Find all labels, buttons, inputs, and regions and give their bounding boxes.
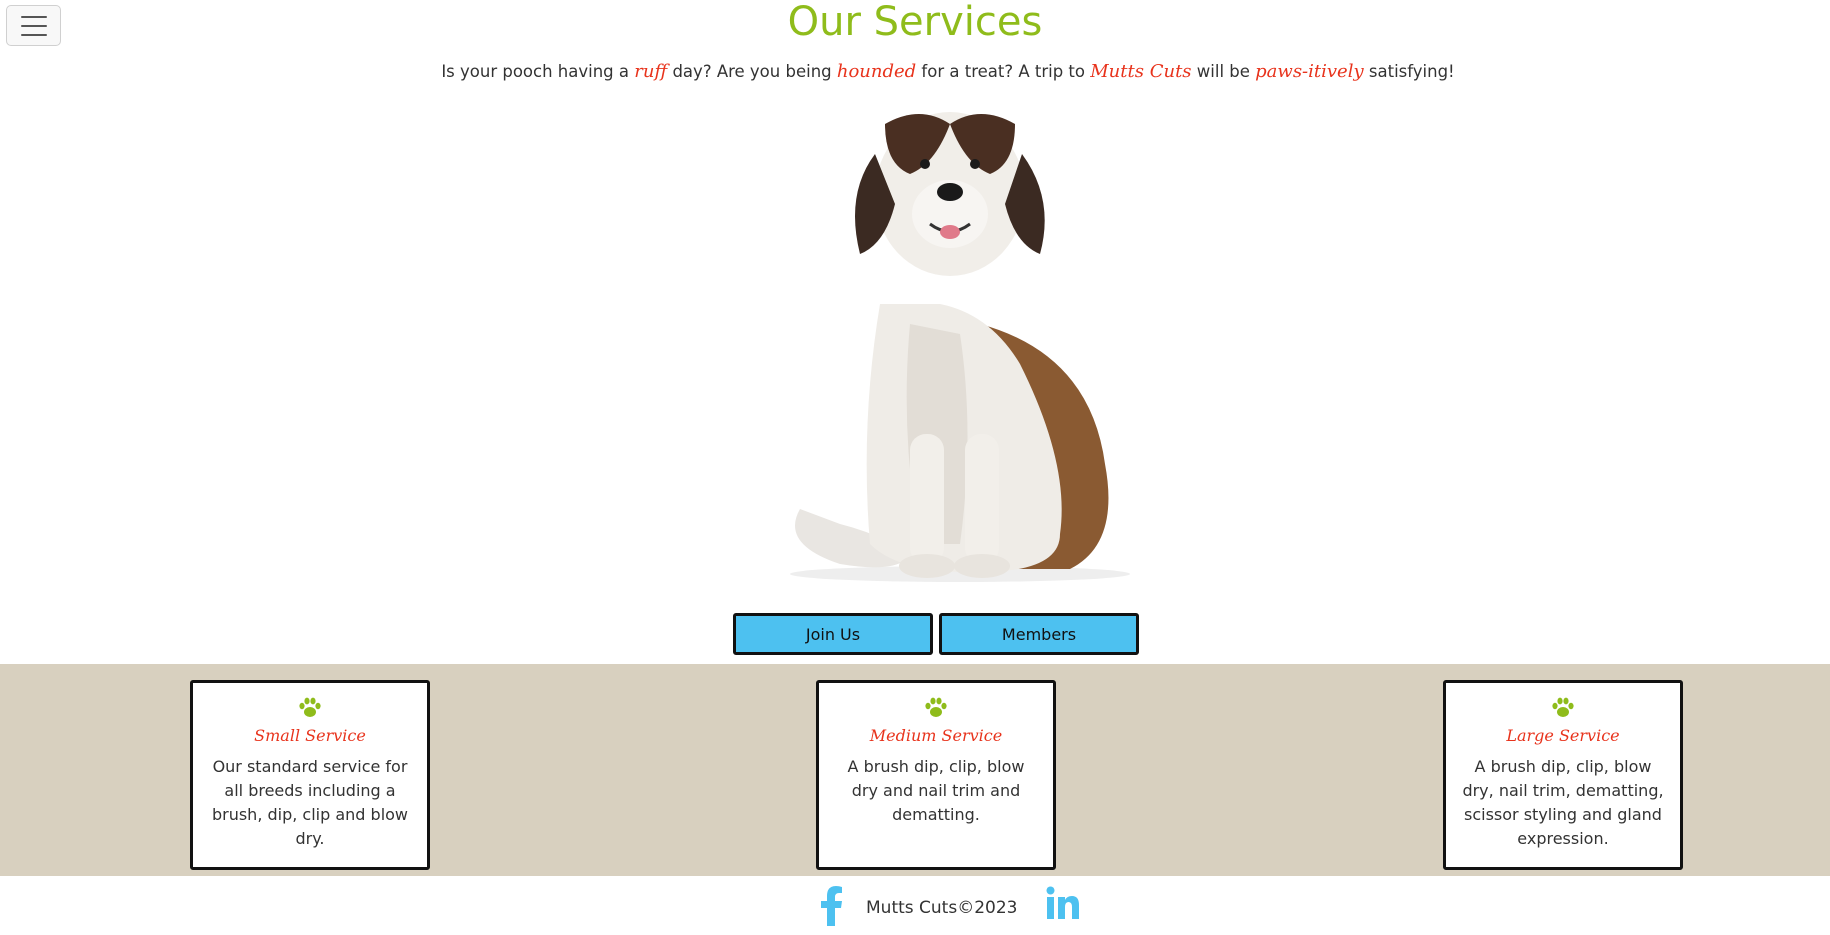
tagline: Is your pooch having a ruff day? Are you… xyxy=(441,61,1455,82)
page-title: Our Services xyxy=(787,0,1043,45)
services-section: Small Service Our standard service for a… xyxy=(0,664,1830,876)
facebook-icon[interactable] xyxy=(816,886,846,926)
service-title: Large Service xyxy=(1506,726,1620,745)
cta-buttons: Join Us Members xyxy=(733,613,1139,655)
service-title: Small Service xyxy=(254,726,366,745)
tagline-accent-brand: Mutts Cuts xyxy=(1090,61,1192,82)
members-button[interactable]: Members xyxy=(939,613,1139,655)
service-description: A brush dip, clip, blow dry, nail trim, … xyxy=(1462,757,1664,848)
st-bernard-dog-photo xyxy=(790,112,1130,582)
copyright-text: Mutts Cuts©2023 xyxy=(866,898,1018,918)
service-card-small: Small Service Our standard service for a… xyxy=(190,680,430,870)
service-description: A brush dip, clip, blow dry and nail tri… xyxy=(847,757,1025,824)
paw-icon xyxy=(925,697,947,717)
footer: Mutts Cuts©2023 xyxy=(0,876,1830,935)
service-card-large: Large Service A brush dip, clip, blow dr… xyxy=(1443,680,1683,870)
linkedin-icon[interactable] xyxy=(1046,886,1080,920)
tagline-accent-pawsitively: paws-itively xyxy=(1255,61,1364,82)
paw-icon xyxy=(1552,697,1574,717)
service-card-medium: Medium Service A brush dip, clip, blow d… xyxy=(816,680,1056,870)
tagline-accent-hounded: hounded xyxy=(836,61,917,82)
service-title: Medium Service xyxy=(869,726,1003,745)
paw-icon xyxy=(299,697,321,717)
service-description: Our standard service for all breeds incl… xyxy=(211,757,409,848)
join-us-button[interactable]: Join Us xyxy=(733,613,933,655)
tagline-accent-ruff: ruff xyxy=(634,61,668,82)
